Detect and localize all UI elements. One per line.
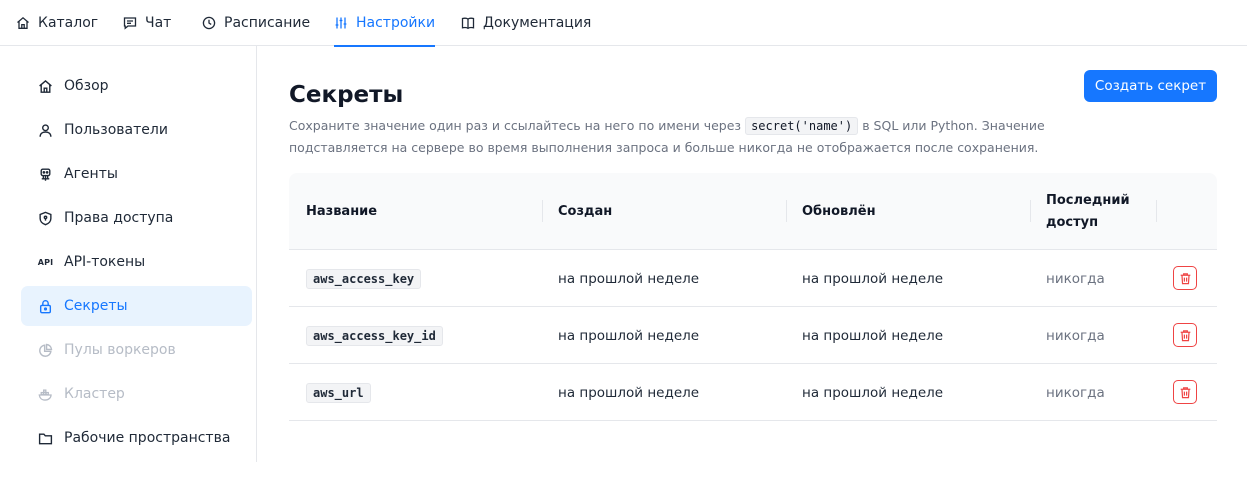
trash-icon (1179, 386, 1192, 399)
settings-sidebar: Обзор Пользователи Агенты Права доступа … (0, 46, 257, 462)
column-header-line: доступ (1046, 214, 1099, 230)
cell-updated: на прошлой неделе (802, 384, 944, 401)
column-header-name: Название (306, 203, 378, 219)
cell-last-access: никогда (1046, 327, 1105, 344)
sidebar-item-label: Секреты (64, 298, 128, 314)
cell-updated: на прошлой неделе (802, 270, 944, 287)
cell-created: на прошлой неделе (558, 270, 700, 287)
column-divider (1156, 200, 1157, 222)
table-row: aws_url на прошлой неделе на прошлой нед… (289, 364, 1217, 421)
table-row: aws_access_key_id на прошлой неделе на п… (289, 307, 1217, 364)
tab-settings[interactable]: Настройки (334, 0, 436, 47)
cell-last-access: никогда (1046, 270, 1105, 287)
create-secret-button[interactable]: Создать секрет (1084, 70, 1217, 102)
cell-last-access: никогда (1046, 384, 1105, 401)
sidebar-item-workspaces[interactable]: Рабочие пространства (21, 418, 252, 458)
tab-label: Расписание (224, 15, 311, 31)
folder-icon (38, 431, 53, 446)
sidebar-item-secrets[interactable]: Секреты (21, 286, 252, 326)
clock-icon (202, 16, 216, 30)
delete-button[interactable] (1173, 266, 1197, 290)
top-navigation: Каталог Чат Расписание Настройки Докумен… (0, 0, 1247, 47)
sidebar-item-label: Пулы воркеров (64, 342, 176, 358)
column-header-updated: Обновлён (802, 203, 876, 219)
table-row: aws_access_key на прошлой неделе на прош… (289, 250, 1217, 307)
docker-icon (38, 387, 53, 402)
api-icon: API (37, 257, 54, 267)
sidebar-item-label: Права доступа (64, 210, 174, 226)
description-text: Сохраните значение один раз и ссылайтесь… (289, 118, 742, 133)
cell-name: aws_access_key (306, 250, 422, 307)
tab-chat[interactable]: Чат (123, 0, 171, 46)
sidebar-item-api-tokens[interactable]: API API-токены (21, 242, 252, 282)
home-icon (16, 16, 30, 30)
sidebar-item-users[interactable]: Пользователи (21, 110, 252, 150)
cell-created: на прошлой неделе (558, 384, 700, 401)
tab-documentation[interactable]: Документация (461, 0, 591, 46)
tab-label: Чат (145, 15, 172, 31)
sidebar-item-label: Кластер (64, 386, 125, 402)
trash-icon (1179, 329, 1192, 342)
home-icon (38, 79, 53, 94)
sidebar-item-label: Агенты (64, 166, 118, 182)
secret-name: aws_url (306, 382, 371, 403)
sidebar-item-cluster[interactable]: Кластер (21, 374, 252, 414)
sidebar-item-permissions[interactable]: Права доступа (21, 198, 252, 238)
description-code: secret('name') (745, 117, 859, 135)
pie-chart-icon (38, 343, 53, 358)
column-divider (1030, 200, 1031, 222)
secret-name: aws_access_key_id (306, 325, 443, 346)
page-title: Секреты (289, 82, 404, 108)
trash-icon (1179, 272, 1192, 285)
sidebar-item-label: Обзор (64, 78, 109, 94)
sidebar-item-label: Рабочие пространства (64, 430, 231, 446)
sidebar-item-overview[interactable]: Обзор (21, 66, 252, 106)
column-divider (542, 200, 543, 222)
column-header-created: Создан (558, 203, 613, 219)
delete-button[interactable] (1173, 380, 1197, 404)
cell-name: aws_access_key_id (306, 307, 443, 364)
robot-icon (38, 167, 53, 182)
lock-icon (38, 299, 53, 314)
sidebar-item-agents[interactable]: Агенты (21, 154, 252, 194)
tab-schedule[interactable]: Расписание (202, 0, 310, 46)
shield-icon (38, 211, 53, 226)
tab-label: Настройки (356, 15, 436, 31)
tab-label: Документация (483, 15, 592, 31)
column-header-line: Последний (1046, 192, 1130, 208)
sidebar-item-label: Пользователи (64, 122, 168, 138)
secrets-table: Название Создан Обновлён Последний досту… (289, 173, 1217, 421)
sliders-icon (334, 16, 348, 30)
tab-catalog[interactable]: Каталог (16, 0, 98, 46)
column-header-last-access: Последний доступ (1046, 173, 1130, 250)
table-header: Название Создан Обновлён Последний досту… (289, 173, 1217, 250)
cell-name: aws_url (306, 364, 371, 421)
cell-updated: на прошлой неделе (802, 327, 944, 344)
user-icon (38, 123, 53, 138)
cell-created: на прошлой неделе (558, 327, 700, 344)
column-divider (786, 200, 787, 222)
secret-name: aws_access_key (306, 268, 422, 289)
page-description: Сохраните значение один раз и ссылайтесь… (289, 115, 1049, 159)
tab-label: Каталог (38, 15, 99, 31)
delete-button[interactable] (1173, 323, 1197, 347)
sidebar-item-label: API-токены (64, 254, 146, 270)
sidebar-item-worker-pools[interactable]: Пулы воркеров (21, 330, 252, 370)
chat-icon (123, 16, 137, 30)
book-icon (461, 16, 475, 30)
